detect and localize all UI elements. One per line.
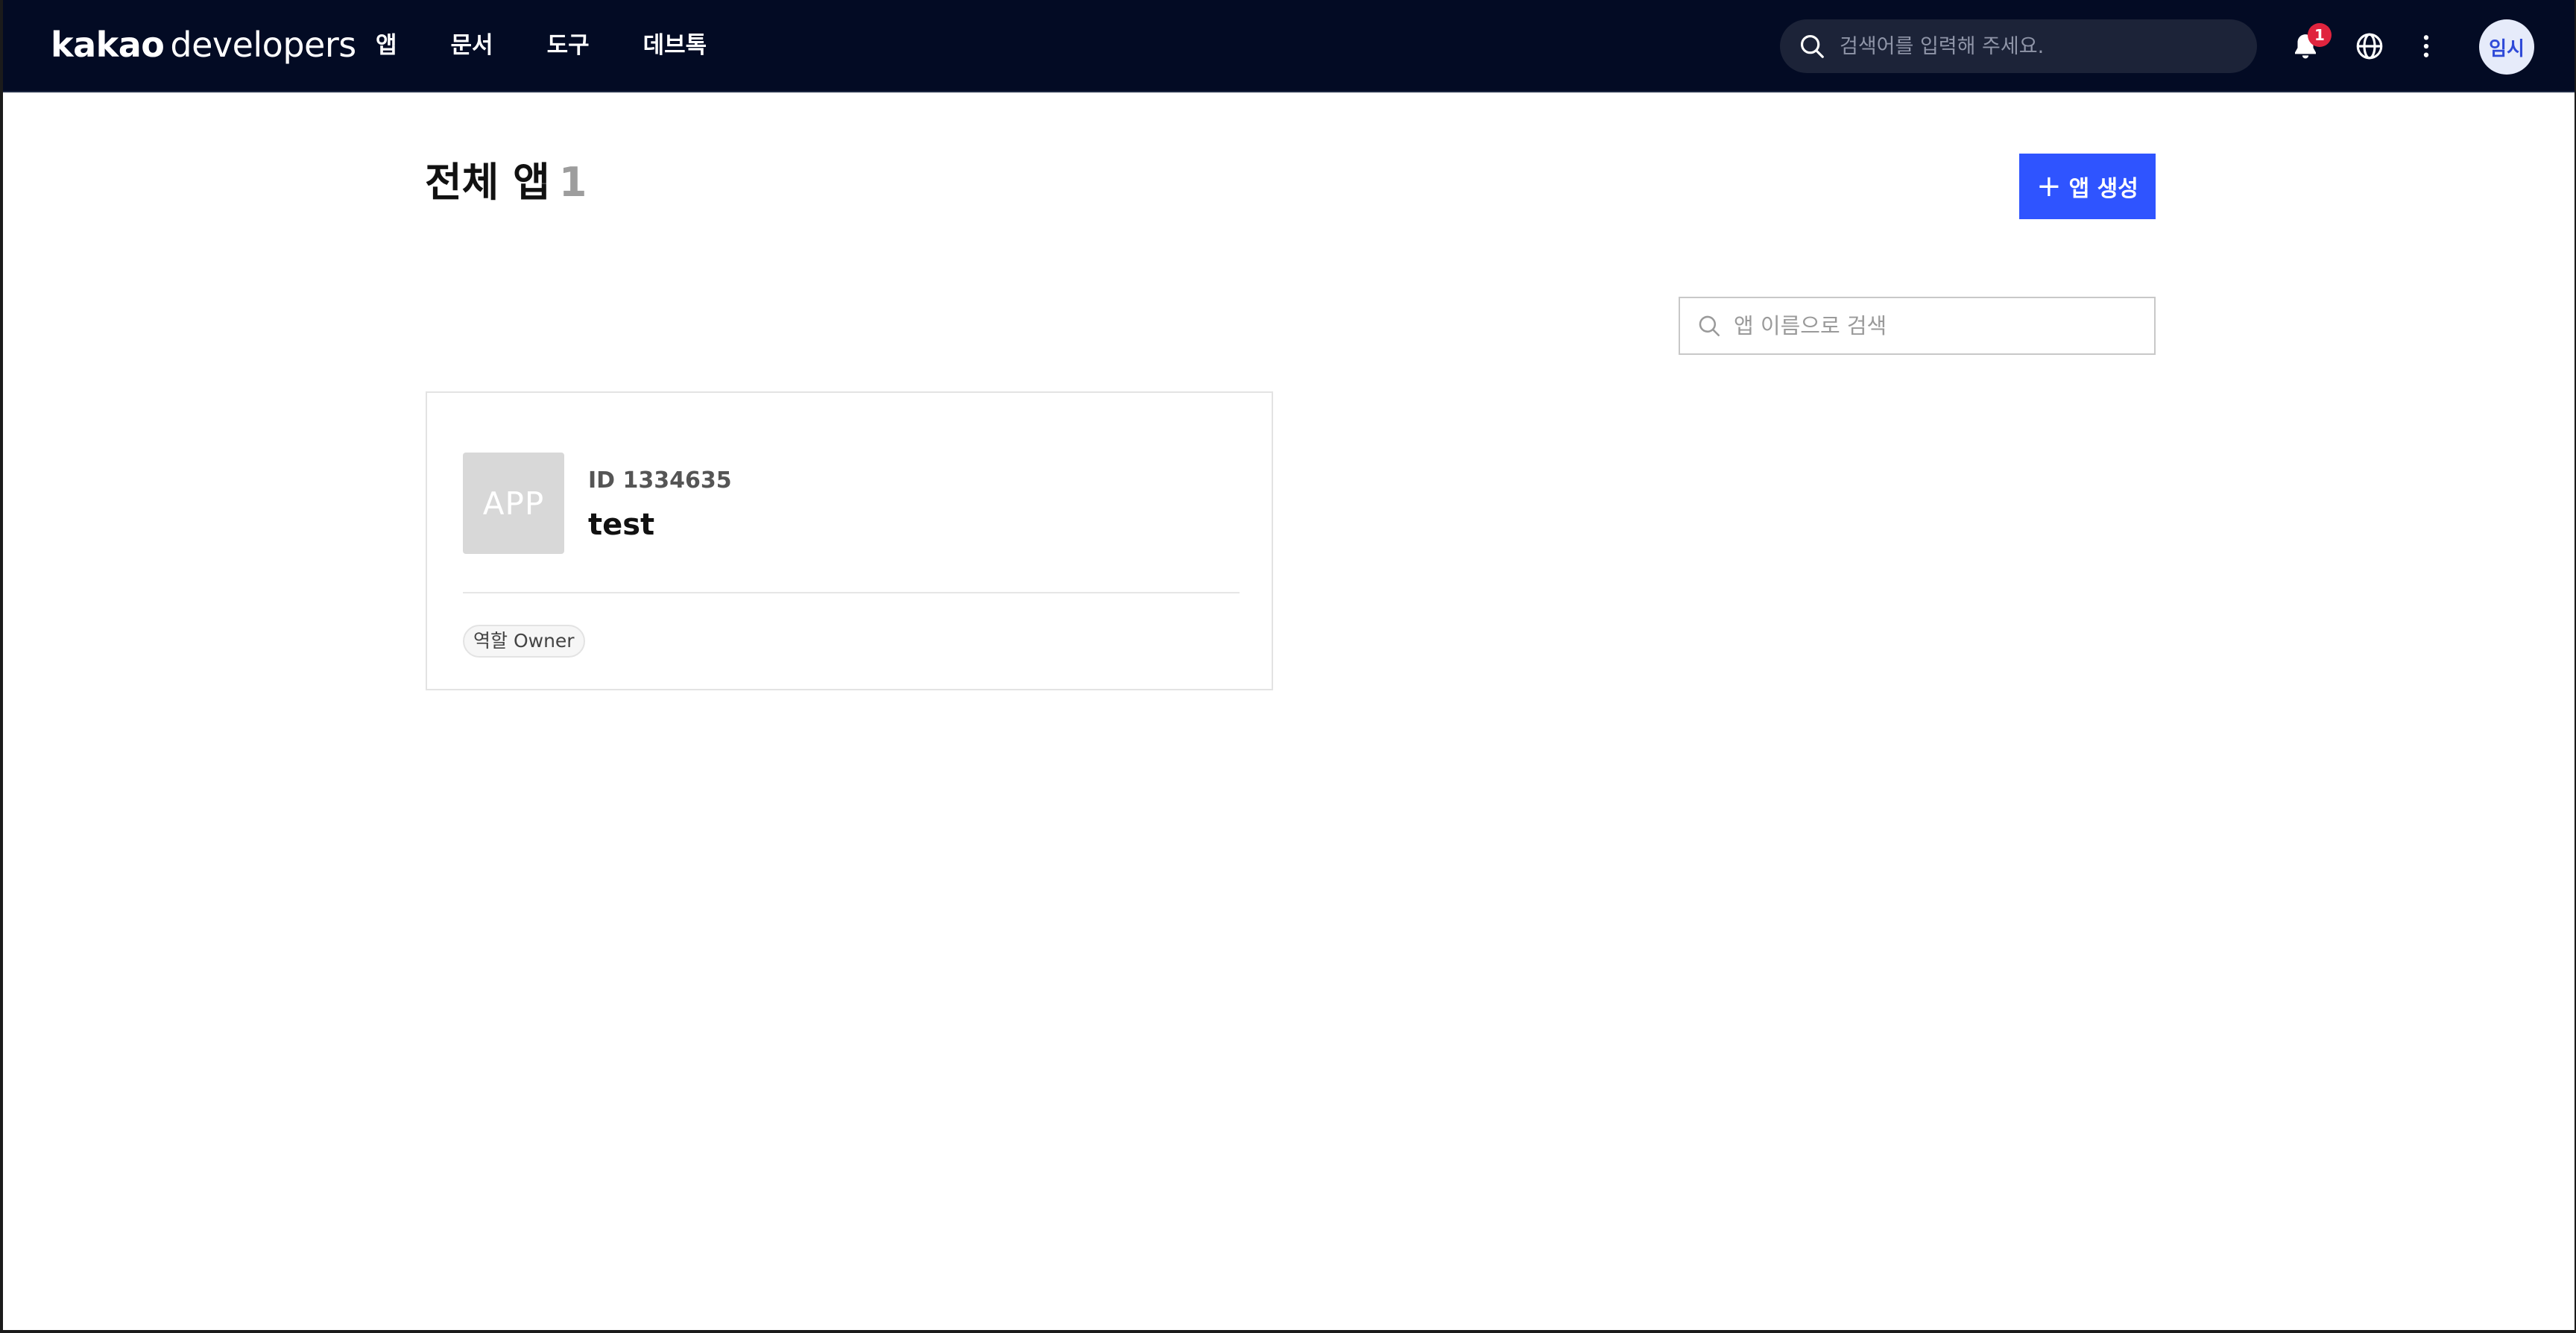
main-nav: 앱 문서 도구 데브톡: [376, 27, 760, 64]
create-app-button[interactable]: + 앱 생성: [2019, 154, 2156, 219]
kakao-developers-logo[interactable]: kakao developers: [51, 22, 356, 67]
notification-count-badge: 1: [2308, 23, 2332, 47]
more-vertical-icon: [2423, 35, 2429, 57]
create-app-button-label: 앱 생성: [2068, 176, 2138, 202]
logo-brand: kakao: [51, 25, 165, 65]
app-card[interactable]: APP ID 1334635 test 역할 Owner: [426, 391, 1273, 690]
language-button[interactable]: [2346, 23, 2393, 69]
logo-suffix: developers: [170, 25, 356, 65]
app-search-input[interactable]: [1732, 312, 2150, 339]
plus-icon: +: [2036, 169, 2062, 204]
nav-item-apps[interactable]: 앱: [376, 27, 397, 64]
app-thumbnail: APP: [463, 453, 564, 554]
app-count: 1: [558, 159, 587, 206]
app-id: ID 1334635: [588, 467, 732, 494]
search-icon: [1699, 315, 1720, 337]
globe-icon: [2356, 33, 2383, 60]
top-navigation-bar: kakaodevelopers 앱 문서 도구 데브톡 1: [3, 0, 2575, 92]
card-divider: [463, 592, 1240, 593]
role-badge: 역할 Owner: [463, 625, 585, 658]
user-avatar[interactable]: 임시: [2479, 19, 2534, 75]
nav-item-tools[interactable]: 도구: [547, 27, 590, 64]
search-icon: [1800, 34, 1824, 58]
more-options-button[interactable]: [2403, 23, 2449, 69]
browser-frame: [0, 0, 2576, 1333]
global-search-input[interactable]: [1838, 34, 2241, 59]
nav-item-devtalk[interactable]: 데브톡: [643, 27, 707, 64]
app-search-box[interactable]: [1679, 297, 2156, 355]
page-title-text: 전체 앱: [425, 159, 550, 206]
app-name: test: [588, 508, 655, 542]
nav-item-docs[interactable]: 문서: [451, 27, 493, 64]
page-title: 전체 앱1: [425, 157, 587, 209]
global-search-box[interactable]: [1780, 19, 2257, 73]
notifications-button[interactable]: 1: [2282, 23, 2332, 69]
